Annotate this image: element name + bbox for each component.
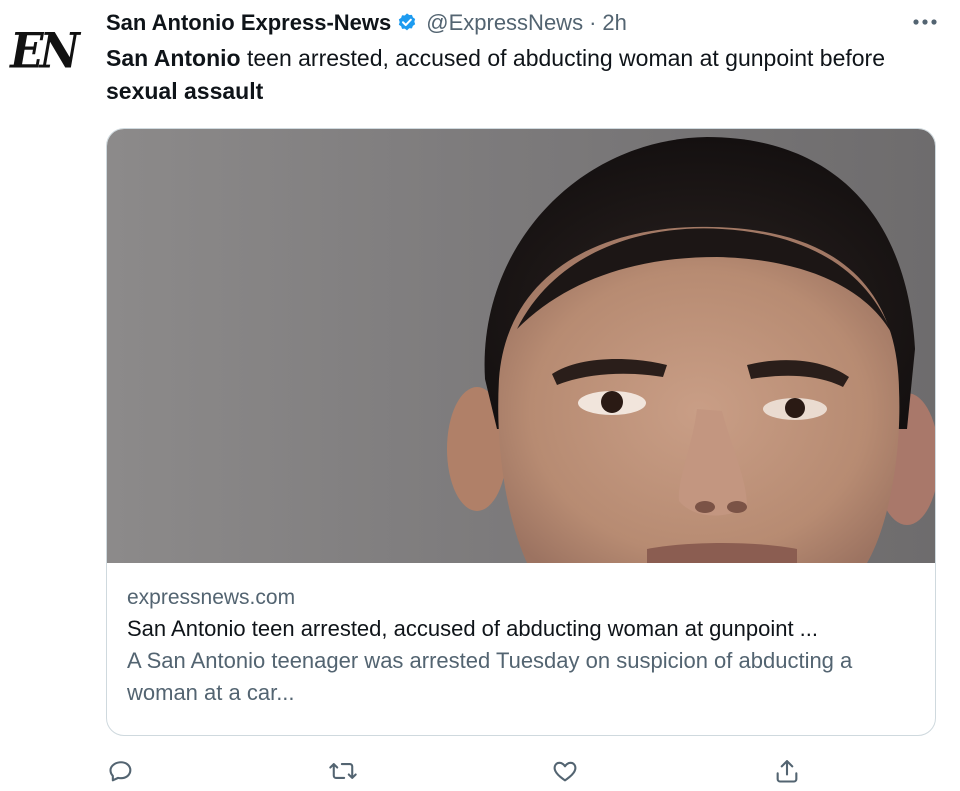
tweet-timestamp[interactable]: 2h [602, 10, 626, 36]
verified-badge-icon [396, 12, 418, 34]
more-options-button[interactable] [908, 10, 942, 34]
card-title: San Antonio teen arrested, accused of ab… [127, 616, 819, 641]
tweet-text-body: teen arrested, accused of abducting woma… [240, 45, 886, 71]
like-button[interactable] [550, 756, 580, 786]
tweet-text-bold-crime: sexual assault [106, 78, 264, 104]
card-description: A San Antonio teenager was arrested Tues… [127, 648, 853, 705]
tweet-text: San Antonio teen arrested, accused of ab… [106, 42, 926, 108]
card-photo-image[interactable] [107, 129, 935, 563]
heart-icon [553, 761, 577, 782]
reply-icon [109, 761, 132, 782]
tweet-text-bold-location: San Antonio [106, 45, 241, 71]
author-handle[interactable]: @ExpressNews [426, 10, 583, 36]
card-domain: expressnews.com [127, 586, 296, 609]
link-card[interactable]: expressnews.com San Antonio teen arreste… [106, 128, 936, 736]
meta-separator: · [589, 10, 597, 35]
card-body[interactable]: expressnews.com San Antonio teen arreste… [127, 583, 915, 709]
tweet-header: San Antonio Express-News @ExpressNews · … [106, 6, 627, 40]
tweet-action-bar [106, 756, 806, 786]
reply-button[interactable] [106, 756, 136, 786]
share-icon [776, 760, 798, 783]
author-name[interactable]: San Antonio Express-News [106, 10, 391, 36]
avatar-logo-text: EN [10, 22, 80, 80]
retweet-icon [329, 763, 357, 779]
avatar[interactable]: EN [6, 14, 80, 88]
more-icon [913, 19, 937, 25]
share-button[interactable] [772, 756, 802, 786]
retweet-button[interactable] [328, 756, 358, 786]
